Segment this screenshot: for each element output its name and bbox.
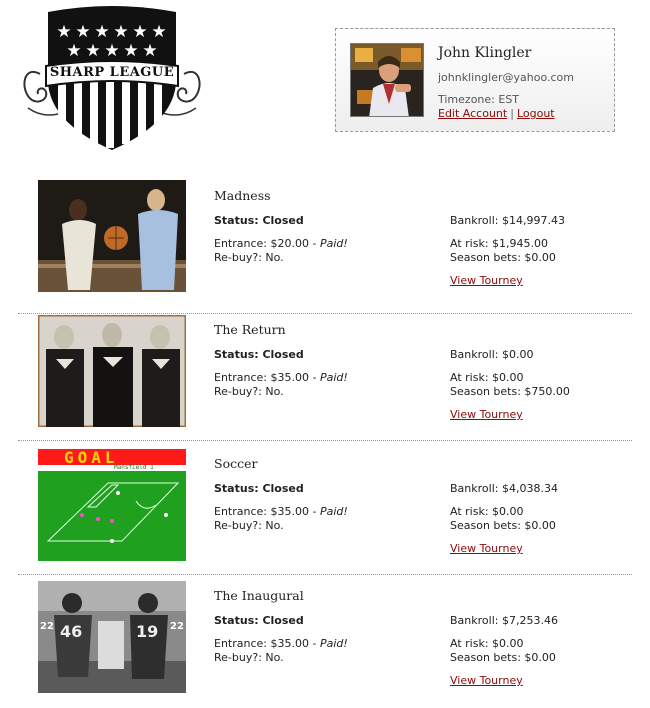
entrance-amount: Entrance: $35.00 bbox=[214, 371, 309, 384]
tourney-row: Madness Status: Closed Entrance: $20.00 … bbox=[18, 180, 632, 314]
paid-label: Paid! bbox=[319, 637, 348, 650]
tourney-bankroll: Bankroll: $7,253.46 bbox=[450, 614, 558, 627]
view-tourney-link[interactable]: View Tourney bbox=[450, 542, 523, 555]
tourney-at-risk: At risk: $1,945.00 bbox=[450, 237, 549, 250]
goal-banner-text: GOAL bbox=[64, 449, 119, 467]
tourney-status: Status: Closed bbox=[214, 614, 304, 627]
tourney-entrance: Entrance: $35.00 - Paid! bbox=[214, 505, 348, 518]
tourney-row: 46 19 22 22 The Inaugural Status: Closed… bbox=[18, 574, 632, 708]
tourney-row: The Return Status: Closed Entrance: $35.… bbox=[18, 307, 632, 441]
account-name: John Klingler bbox=[438, 45, 532, 61]
link-separator: | bbox=[510, 107, 514, 120]
tourney-thumbnail[interactable]: 46 19 22 22 bbox=[38, 581, 186, 693]
tourney-status: Status: Closed bbox=[214, 348, 304, 361]
tourney-season-bets: Season bets: $0.00 bbox=[450, 251, 556, 264]
svg-text:★: ★ bbox=[113, 22, 128, 42]
svg-text:22: 22 bbox=[170, 621, 184, 632]
view-tourney-link[interactable]: View Tourney bbox=[450, 274, 523, 287]
svg-text:★: ★ bbox=[85, 41, 100, 61]
svg-text:★: ★ bbox=[151, 22, 166, 42]
svg-text:★: ★ bbox=[94, 22, 109, 42]
tourney-rebuy: Re-buy?: No. bbox=[214, 385, 284, 398]
paid-label: Paid! bbox=[319, 237, 348, 250]
svg-text:★: ★ bbox=[56, 22, 71, 42]
svg-text:46: 46 bbox=[60, 622, 82, 641]
entrance-amount: Entrance: $20.00 bbox=[214, 237, 309, 250]
tourney-name: Madness bbox=[214, 188, 271, 203]
svg-text:22: 22 bbox=[40, 621, 54, 632]
edit-account-link[interactable]: Edit Account bbox=[438, 107, 507, 120]
svg-text:★: ★ bbox=[123, 41, 138, 61]
tourney-bankroll: Bankroll: $4,038.34 bbox=[450, 482, 558, 495]
tourney-at-risk: At risk: $0.00 bbox=[450, 505, 524, 518]
account-panel: John Klingler johnklingler@yahoo.com Tim… bbox=[335, 28, 615, 132]
avatar bbox=[350, 43, 424, 117]
tourney-season-bets: Season bets: $0.00 bbox=[450, 519, 556, 532]
view-tourney-link[interactable]: View Tourney bbox=[450, 674, 523, 687]
tourney-entrance: Entrance: $20.00 - Paid! bbox=[214, 237, 348, 250]
tourney-bankroll: Bankroll: $0.00 bbox=[450, 348, 534, 361]
tourney-name: The Return bbox=[214, 322, 286, 337]
tourney-rebuy: Re-buy?: No. bbox=[214, 251, 284, 264]
account-email: johnklingler@yahoo.com bbox=[438, 71, 574, 84]
paid-label: Paid! bbox=[319, 371, 348, 384]
tourney-bankroll: Bankroll: $14,997.43 bbox=[450, 214, 565, 227]
tourney-at-risk: At risk: $0.00 bbox=[450, 637, 524, 650]
tourney-name: Soccer bbox=[214, 456, 258, 471]
logout-link[interactable]: Logout bbox=[517, 107, 555, 120]
tourney-thumbnail[interactable] bbox=[38, 180, 186, 292]
tourney-rebuy: Re-buy?: No. bbox=[214, 519, 284, 532]
tourney-name: The Inaugural bbox=[214, 588, 304, 603]
svg-text:★: ★ bbox=[142, 41, 157, 61]
entrance-amount: Entrance: $35.00 bbox=[214, 637, 309, 650]
account-links: Edit Account | Logout bbox=[438, 107, 555, 120]
tourney-season-bets: Season bets: $0.00 bbox=[450, 651, 556, 664]
svg-text:★: ★ bbox=[75, 22, 90, 42]
tourney-status: Status: Closed bbox=[214, 214, 304, 227]
svg-text:★: ★ bbox=[66, 41, 81, 61]
logo-text: SHARP LEAGUE bbox=[49, 65, 175, 80]
entrance-amount: Entrance: $35.00 bbox=[214, 505, 309, 518]
tourney-thumbnail[interactable]: GOAL Mansfield 1 bbox=[38, 449, 186, 561]
tourney-row: GOAL Mansfield 1 Soccer Status: Closed E… bbox=[18, 441, 632, 575]
sharp-league-logo[interactable]: ★ ★ ★ ★ ★ ★ ★ ★ ★ ★ ★ SHARP LEAGUE bbox=[18, 4, 206, 154]
tourney-status: Status: Closed bbox=[214, 482, 304, 495]
tourney-rebuy: Re-buy?: No. bbox=[214, 651, 284, 664]
goal-subtext: Mansfield 1 bbox=[114, 464, 154, 471]
tourney-entrance: Entrance: $35.00 - Paid! bbox=[214, 637, 348, 650]
svg-text:19: 19 bbox=[136, 622, 158, 641]
tourney-at-risk: At risk: $0.00 bbox=[450, 371, 524, 384]
tourney-entrance: Entrance: $35.00 - Paid! bbox=[214, 371, 348, 384]
view-tourney-link[interactable]: View Tourney bbox=[450, 408, 523, 421]
account-timezone: Timezone: EST bbox=[438, 93, 520, 106]
svg-text:★: ★ bbox=[104, 41, 119, 61]
tourney-season-bets: Season bets: $750.00 bbox=[450, 385, 570, 398]
svg-text:★: ★ bbox=[132, 22, 147, 42]
tourney-thumbnail[interactable] bbox=[38, 315, 186, 427]
paid-label: Paid! bbox=[319, 505, 348, 518]
